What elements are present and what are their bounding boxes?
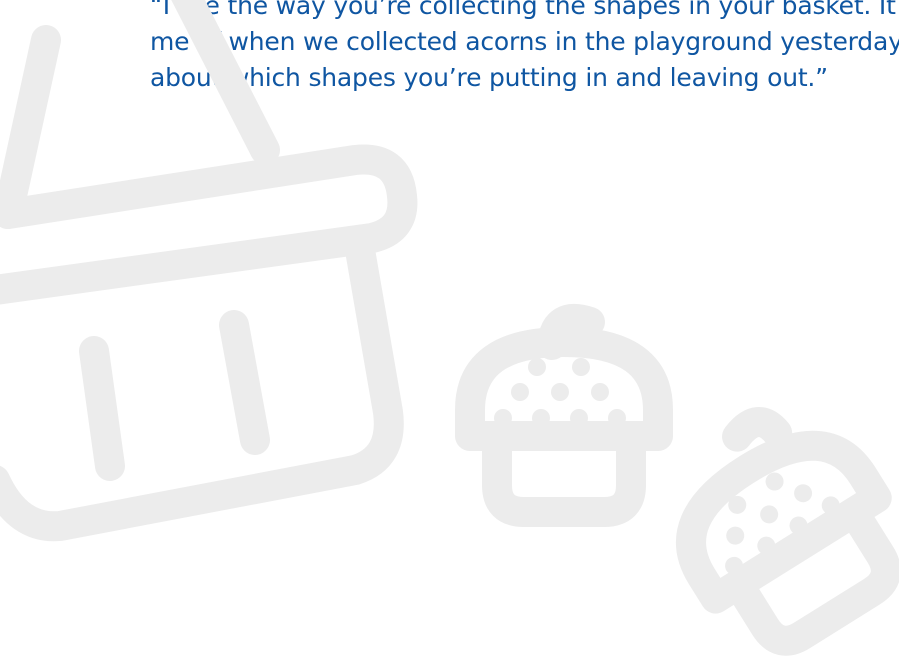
background-illustration <box>0 0 899 656</box>
acorn-icon <box>455 304 673 527</box>
acorn-icon <box>676 407 899 656</box>
basket-icon <box>0 0 418 542</box>
